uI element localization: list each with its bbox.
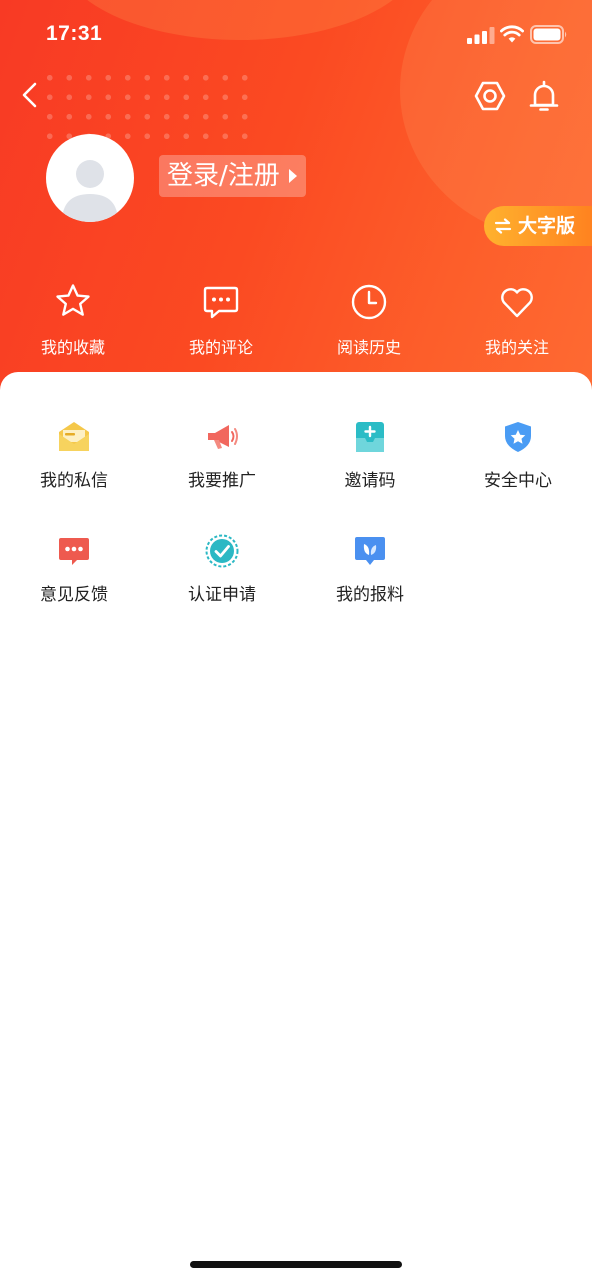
quick-action-label: 我的收藏: [40, 338, 105, 357]
caret-right-icon: [288, 169, 297, 183]
service-label: 意见反馈: [40, 585, 108, 605]
service-verification[interactable]: 认证申请: [148, 534, 296, 614]
home-indicator[interactable]: [190, 1261, 402, 1268]
megaphone-icon: [208, 425, 238, 449]
service-label: 认证申请: [188, 585, 256, 605]
wifi-icon: [500, 25, 524, 43]
login-register-label: 登录/注册: [167, 161, 280, 191]
bell-icon[interactable]: [526, 78, 562, 114]
quick-action-history[interactable]: 阅读历史: [299, 282, 439, 362]
login-register-button[interactable]: 登录/注册: [159, 155, 306, 197]
report-icon: [355, 537, 385, 565]
status-time: 17:31: [46, 22, 103, 45]
service-label: 邀请码: [344, 471, 396, 491]
big-font-label: 大字版: [518, 215, 576, 237]
feedback-icon: [59, 538, 89, 565]
service-my-reports[interactable]: 我的报料: [296, 534, 444, 614]
shield-icon: [505, 422, 531, 452]
service-security-center[interactable]: 安全中心: [444, 420, 592, 500]
comment-icon: [203, 286, 239, 319]
services-panel: 我的私信 我要推广 邀请码 安全中心 意见反馈 认证申请 我的报料: [0, 372, 592, 1280]
heart-icon: [501, 288, 533, 318]
settings-icon[interactable]: [472, 78, 508, 114]
quick-action-label: 我的关注: [484, 338, 549, 357]
service-label: 安全中心: [484, 471, 552, 491]
service-label: 我要推广: [188, 471, 256, 491]
battery-icon: [530, 25, 567, 44]
profile-header: 17:31 登录/注册 大字版 我的收藏 我的评论 阅读历史 我的关注: [0, 0, 592, 400]
quick-action-label: 我的评论: [188, 338, 253, 357]
service-private-messages[interactable]: 我的私信: [0, 420, 148, 500]
star-icon: [56, 284, 90, 316]
verified-icon: [205, 534, 239, 568]
big-font-mode-toggle[interactable]: 大字版: [484, 206, 592, 246]
service-label: 我的私信: [40, 471, 108, 491]
envelope-icon: [59, 422, 89, 451]
dot-pattern: [40, 68, 255, 146]
invite-code-icon: [356, 422, 384, 452]
quick-action-following[interactable]: 我的关注: [447, 282, 587, 362]
service-feedback[interactable]: 意见反馈: [0, 534, 148, 614]
status-bar: 17:31: [0, 0, 592, 70]
cellular-signal-icon: [467, 27, 495, 44]
service-label: 我的报料: [336, 585, 404, 605]
avatar[interactable]: [46, 134, 134, 222]
quick-action-favorites[interactable]: 我的收藏: [3, 282, 143, 362]
quick-action-label: 阅读历史: [336, 338, 401, 357]
clock-icon: [351, 284, 387, 320]
service-invite-code[interactable]: 邀请码: [296, 420, 444, 500]
quick-action-comments[interactable]: 我的评论: [151, 282, 291, 362]
swap-arrows-icon: [494, 218, 512, 234]
back-arrow-icon[interactable]: [16, 80, 46, 110]
service-promote[interactable]: 我要推广: [148, 420, 296, 500]
default-avatar-icon: [62, 160, 118, 222]
